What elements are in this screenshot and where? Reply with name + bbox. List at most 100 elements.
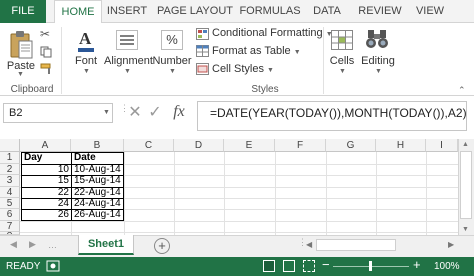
clipboard-group-label: Clipboard — [10, 84, 54, 95]
chevron-down-icon: ▼ — [293, 49, 301, 56]
column-header[interactable]: I — [426, 139, 458, 152]
row-header[interactable]: 5 — [0, 198, 20, 209]
alignment-dropdown-icon[interactable]: ▼ — [124, 68, 131, 75]
cell-a1[interactable]: Day — [22, 152, 71, 164]
styles-group-label: Styles — [251, 84, 279, 95]
paste-icon[interactable] — [8, 30, 34, 60]
macro-record-icon[interactable] — [46, 260, 60, 272]
name-box-dropdown-icon[interactable]: ▼ — [103, 109, 110, 116]
font-icon[interactable]: A — [76, 28, 96, 54]
format-as-table-button[interactable]: Format as Table ▼ — [212, 45, 301, 57]
editing-dropdown-icon[interactable]: ▼ — [375, 68, 382, 75]
scroll-up-icon[interactable]: ▲ — [462, 141, 469, 148]
cell-a4[interactable]: 22 — [22, 187, 71, 198]
alignment-icon[interactable] — [116, 30, 138, 50]
cell-b2[interactable]: 10-Aug-14 — [72, 164, 124, 175]
zoom-in-button[interactable]: + — [413, 257, 421, 272]
sheet-nav-left-icon[interactable]: ◀ — [10, 239, 17, 250]
tab-page-layout[interactable]: PAGE LAYOUT — [155, 0, 235, 24]
tab-formulas[interactable]: FORMULAS — [238, 0, 302, 24]
collapse-ribbon-icon[interactable]: ⌃ — [458, 85, 466, 96]
cells-dropdown-icon[interactable]: ▼ — [339, 68, 346, 75]
format-as-table-label: Format as Table — [212, 45, 291, 57]
column-header[interactable]: G — [326, 139, 376, 152]
cell-a3[interactable]: 15 — [22, 175, 71, 187]
column-header[interactable]: A — [20, 139, 71, 152]
sheet-tab-sheet1[interactable]: Sheet1 — [78, 235, 134, 255]
scroll-right-icon[interactable]: ▶ — [448, 240, 454, 249]
cell-b4[interactable]: 22-Aug-14 — [72, 187, 124, 198]
tab-split-handle-icon[interactable]: ⋮ — [298, 238, 307, 252]
alignment-button-label[interactable]: Alignment — [104, 55, 153, 67]
page-break-view-icon[interactable] — [303, 260, 315, 272]
cell-b5[interactable]: 24-Aug-14 — [72, 198, 124, 209]
group-separator — [323, 27, 324, 94]
select-all-corner[interactable] — [0, 139, 20, 152]
cells-button-label[interactable]: Cells — [326, 55, 358, 67]
scroll-down-icon[interactable]: ▼ — [462, 226, 469, 233]
row-header[interactable]: 1 — [0, 152, 20, 164]
cell-a6[interactable]: 26 — [22, 209, 71, 221]
column-header[interactable]: E — [224, 139, 275, 152]
insert-function-icon[interactable]: fx — [168, 101, 190, 123]
cut-icon[interactable]: ✂ — [40, 28, 52, 40]
conditional-formatting-icon[interactable] — [196, 28, 209, 40]
font-button-label[interactable]: Font — [68, 55, 104, 67]
cell-b6[interactable]: 26-Aug-14 — [72, 209, 124, 221]
zoom-out-button[interactable]: − — [322, 257, 330, 272]
scroll-left-icon[interactable]: ◀ — [306, 240, 312, 249]
name-box[interactable]: B2 — [3, 103, 113, 123]
cell-styles-button[interactable]: Cell Styles ▼ — [212, 63, 274, 75]
row-header[interactable]: 4 — [0, 187, 20, 198]
column-header[interactable]: B — [71, 139, 124, 152]
binoculars-icon[interactable] — [365, 28, 389, 50]
copy-icon[interactable] — [40, 46, 52, 58]
row-header[interactable]: 2 — [0, 164, 20, 175]
column-header[interactable]: D — [174, 139, 224, 152]
normal-view-icon[interactable] — [263, 260, 275, 272]
group-separator — [61, 27, 62, 94]
tab-insert[interactable]: INSERT — [104, 0, 150, 24]
cell-b3[interactable]: 15-Aug-14 — [72, 175, 124, 187]
row-header[interactable]: 6 — [0, 209, 20, 221]
number-dropdown-icon[interactable]: ▼ — [169, 68, 176, 75]
format-painter-icon[interactable] — [40, 63, 54, 75]
sheet-nav-right-icon[interactable]: ▶ — [29, 239, 36, 250]
format-as-table-icon[interactable] — [196, 45, 209, 57]
zoom-level[interactable]: 100% — [434, 261, 460, 272]
enter-icon[interactable]: ✓ — [146, 103, 164, 123]
page-layout-view-icon[interactable] — [283, 260, 295, 272]
row-header[interactable]: 3 — [0, 175, 20, 187]
cancel-icon[interactable]: ✕ — [126, 103, 144, 123]
chevron-down-icon: ▼ — [267, 67, 274, 74]
horizontal-scroll-thumb[interactable] — [316, 239, 396, 251]
tab-review[interactable]: REVIEW — [355, 0, 405, 24]
cell-a2[interactable]: 10 — [22, 164, 71, 175]
add-sheet-button[interactable]: + — [154, 238, 170, 254]
status-ready: READY — [6, 261, 41, 272]
column-header[interactable]: H — [376, 139, 426, 152]
number-format-icon[interactable]: % — [161, 30, 183, 50]
cell-styles-icon[interactable] — [196, 63, 209, 75]
tab-data[interactable]: DATA — [309, 0, 345, 24]
formula-input[interactable]: =DATE(YEAR(TODAY()),MONTH(TODAY()),A2) — [197, 101, 467, 131]
resize-handle-icon[interactable]: ⋮ — [120, 104, 129, 120]
editing-button-label[interactable]: Editing — [360, 55, 396, 67]
svg-text:A: A — [79, 29, 92, 48]
cell-b1[interactable]: Date — [72, 152, 124, 164]
column-header[interactable]: F — [275, 139, 326, 152]
tab-view[interactable]: VIEW — [412, 0, 448, 24]
cells-icon[interactable] — [331, 30, 353, 50]
row-header[interactable]: 7 — [0, 221, 20, 232]
number-button-label[interactable]: Number — [152, 55, 192, 67]
sheet-more-icon[interactable]: … — [48, 240, 57, 250]
conditional-formatting-button[interactable]: Conditional Formatting ▼ — [212, 27, 333, 39]
zoom-slider-thumb[interactable] — [369, 261, 372, 271]
paste-dropdown-icon[interactable]: ▼ — [17, 71, 24, 78]
cell-a5[interactable]: 24 — [22, 198, 71, 209]
font-dropdown-icon[interactable]: ▼ — [83, 68, 90, 75]
tab-home[interactable]: HOME — [54, 0, 102, 24]
tab-file[interactable]: FILE — [0, 0, 46, 23]
column-header[interactable]: C — [124, 139, 174, 152]
vertical-scroll-thumb[interactable] — [460, 151, 472, 219]
